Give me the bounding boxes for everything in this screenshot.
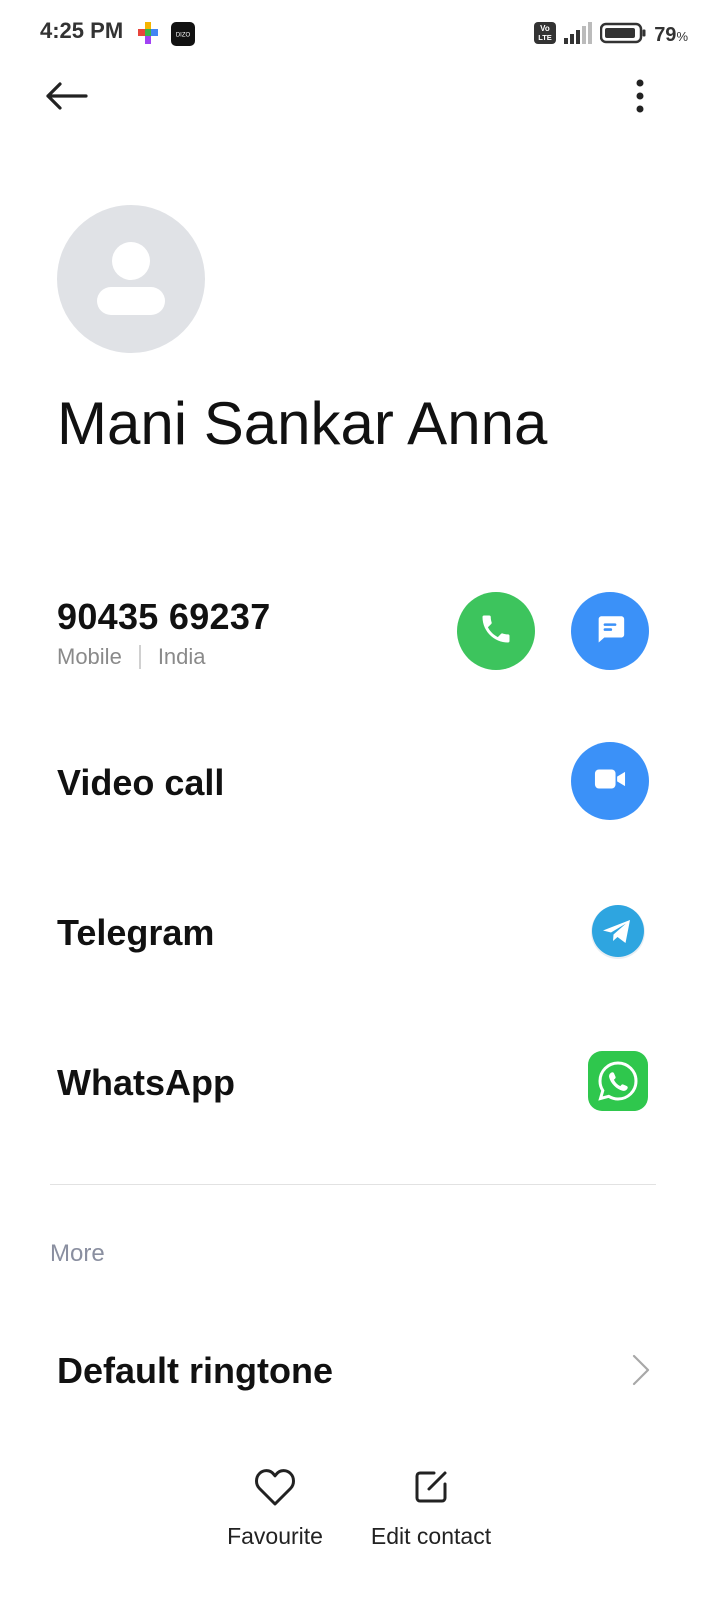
section-divider <box>50 1184 656 1185</box>
arrow-left-icon <box>44 81 88 116</box>
volte-label-top: Vo <box>540 24 550 33</box>
avatar[interactable] <box>57 205 205 353</box>
contact-name: Mani Sankar Anna <box>57 390 548 457</box>
whatsapp-label: WhatsApp <box>57 1062 235 1103</box>
battery-value: 79 <box>654 24 677 46</box>
phone-icon <box>478 611 514 652</box>
video-camera-icon <box>591 760 629 803</box>
battery-percentage: 79% <box>654 24 688 47</box>
dizo-label: DIZO <box>176 33 191 39</box>
edit-contact-button[interactable]: Edit contact <box>362 1466 500 1550</box>
app-colorful-icon <box>138 22 158 51</box>
video-call-button[interactable] <box>571 742 649 820</box>
message-icon <box>593 612 627 651</box>
back-button[interactable] <box>38 72 94 124</box>
signal-icon <box>564 22 593 49</box>
favourite-label: Favourite <box>227 1523 323 1549</box>
battery-unit: % <box>676 29 688 44</box>
heart-icon <box>253 1466 297 1513</box>
contact-detail-screen: 4:25 PM DIZO Vo LTE 79% Mani Sankar Anna… <box>0 0 720 1600</box>
volte-label-bottom: LTE <box>538 33 552 42</box>
video-call-label: Video call <box>57 762 225 803</box>
dizo-app-icon: DIZO <box>171 22 195 51</box>
default-ringtone-label: Default ringtone <box>57 1350 333 1391</box>
status-time: 4:25 PM <box>40 18 124 43</box>
meta-separator <box>138 645 141 669</box>
phone-region: India <box>157 644 206 669</box>
telegram-icon[interactable] <box>588 901 648 961</box>
edit-icon <box>410 1466 452 1513</box>
phone-number[interactable]: 90435 69237 <box>57 596 271 638</box>
favourite-button[interactable]: Favourite <box>222 1466 328 1550</box>
more-options-button[interactable] <box>620 72 660 124</box>
edit-contact-label: Edit contact <box>370 1523 492 1549</box>
chevron-right-icon <box>626 1352 654 1388</box>
battery-icon <box>599 22 646 49</box>
status-bar: 4:25 PM DIZO Vo LTE 79% <box>0 0 720 68</box>
phone-meta: Mobile India <box>57 644 206 670</box>
volte-icon: Vo LTE <box>534 22 557 49</box>
message-button[interactable] <box>571 592 649 670</box>
call-button[interactable] <box>457 592 535 670</box>
whatsapp-icon[interactable] <box>588 1051 648 1111</box>
more-vertical-icon <box>635 79 645 118</box>
more-section-header: More <box>50 1240 105 1267</box>
status-indicators: Vo LTE 79% <box>534 22 688 49</box>
phone-type: Mobile <box>57 644 122 669</box>
person-icon <box>57 242 205 353</box>
telegram-label: Telegram <box>57 912 215 953</box>
